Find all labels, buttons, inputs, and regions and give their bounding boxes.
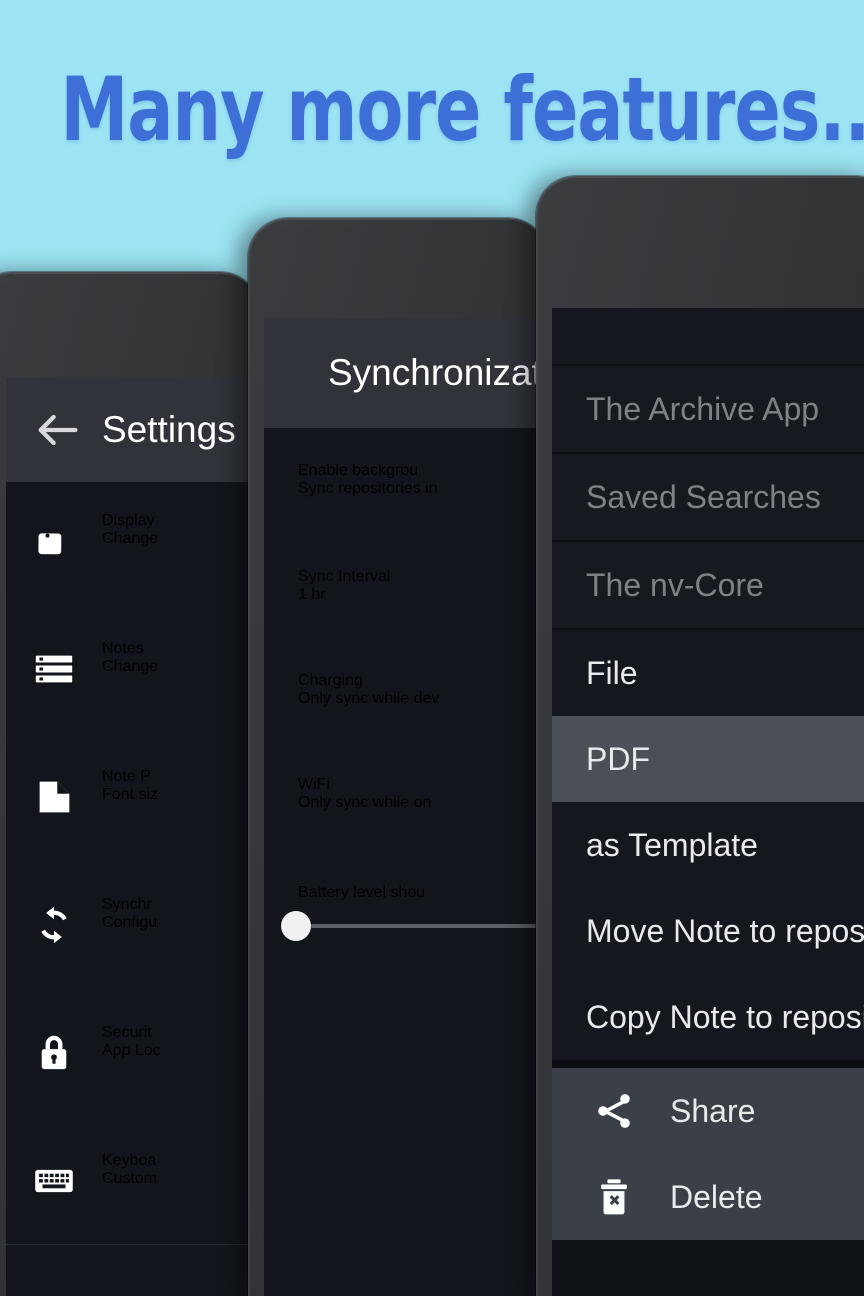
settings-row-text: Keyboa Custom — [102, 1152, 260, 1188]
row-title: Note P — [102, 768, 151, 785]
keyboard-icon — [6, 1152, 102, 1204]
settings-row-text: Display Change — [102, 512, 260, 548]
settings-row-text: Note P Font siz — [102, 768, 260, 804]
menu-item-the-archive-app[interactable]: The Archive App — [552, 366, 864, 452]
menu-item-label: The nv-Core — [586, 566, 764, 603]
settings-row-keyboard[interactable]: Keyboa Custom — [6, 1102, 260, 1244]
row-subtitle: Change — [102, 530, 159, 547]
menu-item-label: The Archive App — [586, 390, 820, 427]
row-title: Keyboa — [102, 1152, 157, 1169]
sync-row-enable-background[interactable]: Enable backgrou Sync repositories in — [264, 428, 548, 522]
menu-item-label: File — [586, 654, 638, 691]
slider-thumb[interactable] — [281, 911, 311, 941]
row-subtitle: Font siz — [102, 786, 159, 803]
menu-item-label: Delete — [670, 1178, 763, 1215]
menu-item-label: as Template — [586, 826, 758, 863]
row-title: Enable backgrou — [298, 462, 419, 479]
menu-item-as-template[interactable]: as Template — [552, 802, 864, 888]
context-menu: The Archive App Saved Searches The nv-Co… — [552, 308, 864, 1240]
row-subtitle: Only sync while dev — [298, 690, 440, 707]
settings-row-security[interactable]: Securit App Loc — [6, 974, 260, 1102]
row-subtitle: Only sync while on — [298, 794, 432, 811]
menu-item-share[interactable]: Share — [552, 1068, 864, 1154]
row-subtitle: Sync repositories in — [298, 480, 438, 497]
settings-row-notes[interactable]: Notes Change — [6, 590, 260, 718]
menu-row-blank — [552, 308, 864, 364]
arrow-left-icon[interactable] — [32, 404, 84, 456]
menu-separator — [552, 1060, 864, 1068]
row-title: Securit — [102, 1024, 152, 1041]
sync-list: Enable backgrou Sync repositories in Syn… — [264, 428, 548, 958]
battery-level-slider[interactable] — [264, 902, 548, 958]
menu-item-label: PDF — [586, 740, 650, 777]
menu-item-label: Share — [670, 1092, 756, 1129]
settings-row-text: Synchr Configu — [102, 896, 260, 932]
sync-icon — [6, 896, 102, 948]
row-subtitle: Custom — [102, 1170, 158, 1187]
menu-item-label: Saved Searches — [586, 478, 821, 515]
menu-item-file[interactable]: File — [552, 630, 864, 716]
settings-row-display[interactable]: Display Change — [6, 482, 260, 590]
sync-row-battery-level: Battery level shou — [264, 836, 548, 902]
menu-item-the-nv-core[interactable]: The nv-Core — [552, 542, 864, 628]
settings-row-misc[interactable]: Misc — [6, 1245, 260, 1296]
row-subtitle: 1 hr — [298, 586, 326, 603]
settings-row-synchronization[interactable]: Synchr Configu — [6, 846, 260, 974]
sync-appbar: Synchronizat — [264, 318, 548, 428]
delete-icon — [586, 1175, 642, 1219]
sync-row-wifi[interactable]: WiFi Only sync while on — [264, 732, 548, 836]
row-subtitle: Change — [102, 658, 159, 675]
list-rows-icon — [6, 640, 102, 692]
settings-list: Display Change Notes Change Note P Font … — [6, 482, 260, 1296]
phone-right: The Archive App Saved Searches The nv-Co… — [536, 176, 864, 1296]
battery-level-label: Battery level shou — [298, 884, 426, 901]
slider-track[interactable] — [281, 911, 548, 941]
phone-left: Settings Display Change Notes Change Not… — [0, 272, 260, 1296]
row-subtitle: App Loc — [102, 1042, 161, 1059]
row-title: Notes — [102, 640, 144, 657]
phone-left-screen: Settings Display Change Notes Change Not… — [6, 378, 260, 1296]
menu-item-label: Move Note to repositor — [586, 912, 864, 949]
menu-item-label: Copy Note to repositor — [586, 998, 864, 1035]
style-cards-icon — [6, 512, 102, 564]
phone-middle-screen: Synchronizat Enable backgrou Sync reposi… — [264, 318, 548, 1296]
menu-item-delete[interactable]: Delete — [552, 1154, 864, 1240]
menu-item-saved-searches[interactable]: Saved Searches — [552, 454, 864, 540]
context-menu-footer: Share Delete — [552, 1068, 864, 1240]
row-title: Synchr — [102, 896, 152, 913]
menu-item-move-note-to-repository[interactable]: Move Note to repositor — [552, 888, 864, 974]
sync-title: Synchronizat — [328, 352, 542, 393]
row-title: Display — [102, 512, 155, 529]
settings-row-text: Securit App Loc — [102, 1024, 260, 1060]
share-icon — [586, 1089, 642, 1133]
note-page-icon — [6, 768, 102, 820]
sync-row-charging[interactable]: Charging Only sync while dev — [264, 628, 548, 732]
row-subtitle: Configu — [102, 914, 158, 931]
row-title: Charging — [298, 672, 363, 689]
settings-title: Settings — [102, 409, 236, 450]
settings-row-text: Notes Change — [102, 640, 260, 676]
phone-middle: Synchronizat Enable backgrou Sync reposi… — [248, 218, 548, 1296]
sync-row-sync-interval[interactable]: Sync Interval 1 hr — [264, 522, 548, 628]
phone-right-screen: The Archive App Saved Searches The nv-Co… — [552, 308, 864, 1296]
settings-row-note-preview[interactable]: Note P Font siz — [6, 718, 260, 846]
settings-appbar: Settings — [6, 378, 260, 482]
lock-icon — [6, 1024, 102, 1076]
menu-item-copy-note-to-repository[interactable]: Copy Note to repositor — [552, 974, 864, 1060]
row-title: Sync Interval — [298, 568, 391, 585]
row-title: WiFi — [298, 776, 330, 793]
page-title: Many more features... — [60, 58, 864, 161]
menu-item-pdf[interactable]: PDF — [552, 716, 864, 802]
